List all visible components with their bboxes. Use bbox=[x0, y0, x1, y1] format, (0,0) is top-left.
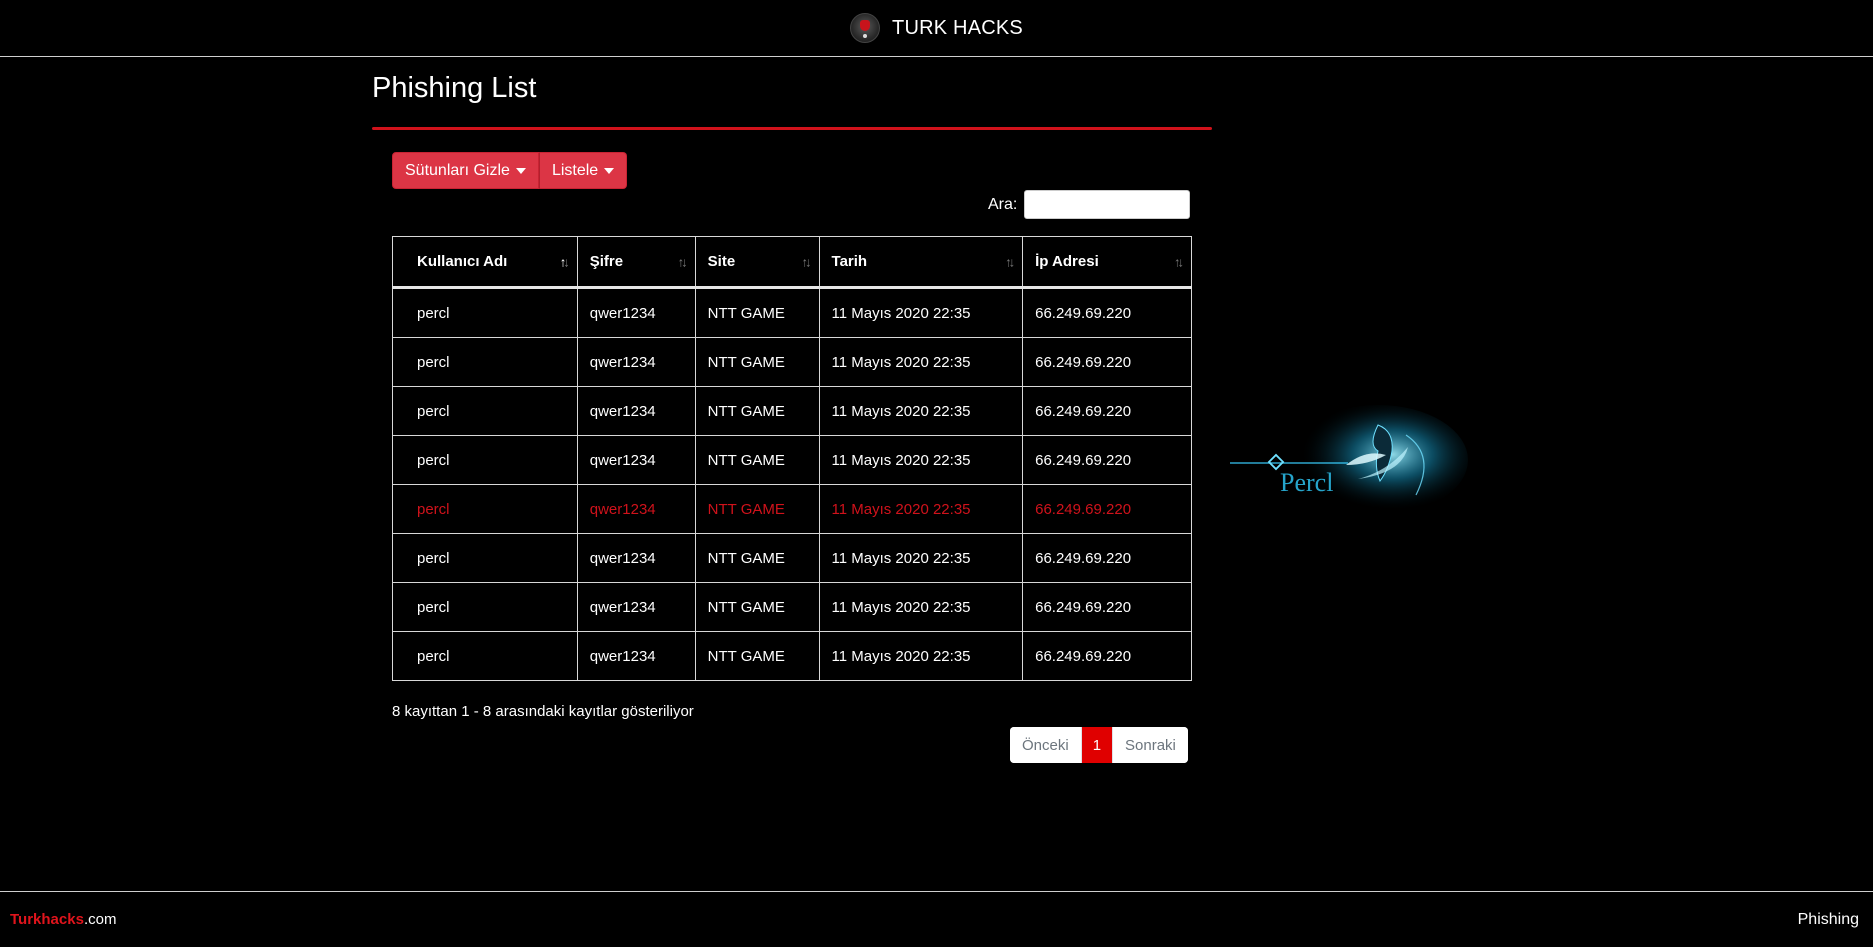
cell-site: NTT GAME bbox=[694, 435, 820, 485]
sort-asc-icon: ↑↓ bbox=[559, 254, 570, 269]
cell-username: percl bbox=[392, 287, 578, 338]
sort-icon: ↑↓ bbox=[1174, 254, 1184, 269]
cell-ip: 66.249.69.220 bbox=[1022, 435, 1192, 485]
cell-site: NTT GAME bbox=[694, 582, 820, 632]
turkhacks-logo-icon bbox=[850, 13, 881, 43]
caret-down-icon bbox=[515, 167, 526, 174]
search-label: Ara: bbox=[988, 195, 1018, 213]
table-row[interactable]: percl qwer1234 NTT GAME 11 Mayıs 2020 22:35… bbox=[392, 386, 1192, 436]
cell-date: 11 Mayıs 2020 22:35 bbox=[818, 631, 1024, 681]
table-row[interactable]: percl qwer1234 NTT GAME 11 Mayıs 2020 22:35… bbox=[392, 582, 1192, 632]
cell-site: NTT GAME bbox=[694, 484, 820, 534]
cell-ip: 66.249.69.220 bbox=[1022, 631, 1192, 681]
phishing-table: Kullanıcı Adı ↑↓ Şifre ↑↓ Site ↑↓ Tarih … bbox=[392, 236, 1192, 681]
table-row[interactable]: percl qwer1234 NTT GAME 11 Mayıs 2020 22:35… bbox=[392, 484, 1192, 534]
cell-username: percl bbox=[392, 435, 578, 485]
title-divider bbox=[372, 127, 1212, 130]
cell-date: 11 Mayıs 2020 22:35 bbox=[818, 484, 1024, 534]
list-length-label: Listele bbox=[551, 161, 599, 179]
sort-icon: ↑↓ bbox=[1005, 254, 1015, 269]
cell-ip: 66.249.69.220 bbox=[1022, 386, 1192, 436]
cell-password: qwer1234 bbox=[576, 484, 696, 534]
page-title: Phishing List bbox=[372, 72, 537, 104]
list-length-button[interactable]: Listele bbox=[538, 152, 628, 189]
cell-username: percl bbox=[392, 386, 578, 436]
pagination: Önceki 1 Sonraki bbox=[1010, 727, 1188, 763]
cell-site: NTT GAME bbox=[694, 337, 820, 387]
column-header-date[interactable]: Tarih ↑↓ bbox=[818, 236, 1024, 289]
caret-down-icon bbox=[604, 167, 615, 174]
cell-username: percl bbox=[392, 533, 578, 583]
cell-ip: 66.249.69.220 bbox=[1022, 337, 1192, 387]
cell-password: qwer1234 bbox=[576, 435, 696, 485]
table-button-group: Sütunları Gizle Listele bbox=[392, 152, 628, 189]
cell-username: percl bbox=[392, 337, 578, 387]
brand[interactable]: TURK HACKS bbox=[850, 13, 1023, 43]
cell-password: qwer1234 bbox=[576, 631, 696, 681]
column-header-ip[interactable]: İp Adresi ↑↓ bbox=[1022, 236, 1192, 289]
top-navbar: TURK HACKS bbox=[0, 0, 1873, 57]
cell-date: 11 Mayıs 2020 22:35 bbox=[818, 533, 1024, 583]
page-1-button[interactable]: 1 bbox=[1081, 727, 1114, 763]
prev-page-button[interactable]: Önceki bbox=[1010, 727, 1082, 763]
column-header-site[interactable]: Site ↑↓ bbox=[694, 236, 820, 289]
cell-date: 11 Mayıs 2020 22:35 bbox=[818, 386, 1024, 436]
brand-name: TURK HACKS bbox=[892, 16, 1023, 39]
footer-phishing-label: Phishing bbox=[1797, 911, 1859, 928]
sort-icon: ↑↓ bbox=[677, 254, 688, 269]
cell-username: percl bbox=[392, 631, 578, 681]
cell-password: qwer1234 bbox=[576, 582, 696, 632]
cell-password: qwer1234 bbox=[576, 386, 696, 436]
cell-date: 11 Mayıs 2020 22:35 bbox=[818, 435, 1024, 485]
cell-username: percl bbox=[392, 582, 578, 632]
cell-date: 11 Mayıs 2020 22:35 bbox=[818, 582, 1024, 632]
hide-columns-button[interactable]: Sütunları Gizle bbox=[392, 152, 539, 189]
emblem-text: Percl bbox=[1280, 468, 1333, 497]
table-info: 8 kayıttan 1 - 8 arasındaki kayıtlar gös… bbox=[392, 703, 694, 720]
table-row[interactable]: percl qwer1234 NTT GAME 11 Mayıs 2020 22:35… bbox=[392, 337, 1192, 387]
cell-ip: 66.249.69.220 bbox=[1022, 484, 1192, 534]
table-row[interactable]: percl qwer1234 NTT GAME 11 Mayıs 2020 22:35… bbox=[392, 435, 1192, 485]
cell-ip: 66.249.69.220 bbox=[1022, 287, 1192, 338]
bird-emblem-icon: Percl bbox=[1230, 405, 1468, 515]
table-body: percl qwer1234 NTT GAME 11 Mayıs 2020 22:35… bbox=[392, 287, 1192, 681]
cell-ip: 66.249.69.220 bbox=[1022, 533, 1192, 583]
cell-username: percl bbox=[392, 484, 578, 534]
cell-date: 11 Mayıs 2020 22:35 bbox=[818, 337, 1024, 387]
hide-columns-label: Sütunları Gizle bbox=[405, 161, 510, 179]
column-header-username[interactable]: Kullanıcı Adı ↑↓ bbox=[392, 236, 578, 289]
cell-site: NTT GAME bbox=[694, 533, 820, 583]
footer: Turkhacks.com Phishing bbox=[0, 891, 1873, 947]
cell-site: NTT GAME bbox=[694, 386, 820, 436]
table-row[interactable]: percl qwer1234 NTT GAME 11 Mayıs 2020 22:35… bbox=[392, 631, 1192, 681]
cell-date: 11 Mayıs 2020 22:35 bbox=[818, 287, 1024, 338]
cell-password: qwer1234 bbox=[576, 337, 696, 387]
sort-icon: ↑↓ bbox=[801, 254, 812, 269]
table-row[interactable]: percl qwer1234 NTT GAME 11 Mayıs 2020 22:35… bbox=[392, 533, 1192, 583]
cell-ip: 66.249.69.220 bbox=[1022, 582, 1192, 632]
footer-brand-link[interactable]: Turkhacks.com bbox=[10, 911, 116, 928]
column-header-password[interactable]: Şifre ↑↓ bbox=[576, 236, 696, 289]
table-header-row: Kullanıcı Adı ↑↓ Şifre ↑↓ Site ↑↓ Tarih … bbox=[392, 236, 1192, 289]
search-input[interactable] bbox=[1024, 190, 1191, 219]
next-page-button[interactable]: Sonraki bbox=[1113, 727, 1188, 763]
table-row[interactable]: percl qwer1234 NTT GAME 11 Mayıs 2020 22:35… bbox=[392, 287, 1192, 338]
cell-password: qwer1234 bbox=[576, 533, 696, 583]
search-box: Ara: bbox=[988, 190, 1191, 219]
cell-site: NTT GAME bbox=[694, 287, 820, 338]
cell-password: qwer1234 bbox=[576, 287, 696, 338]
cell-site: NTT GAME bbox=[694, 631, 820, 681]
